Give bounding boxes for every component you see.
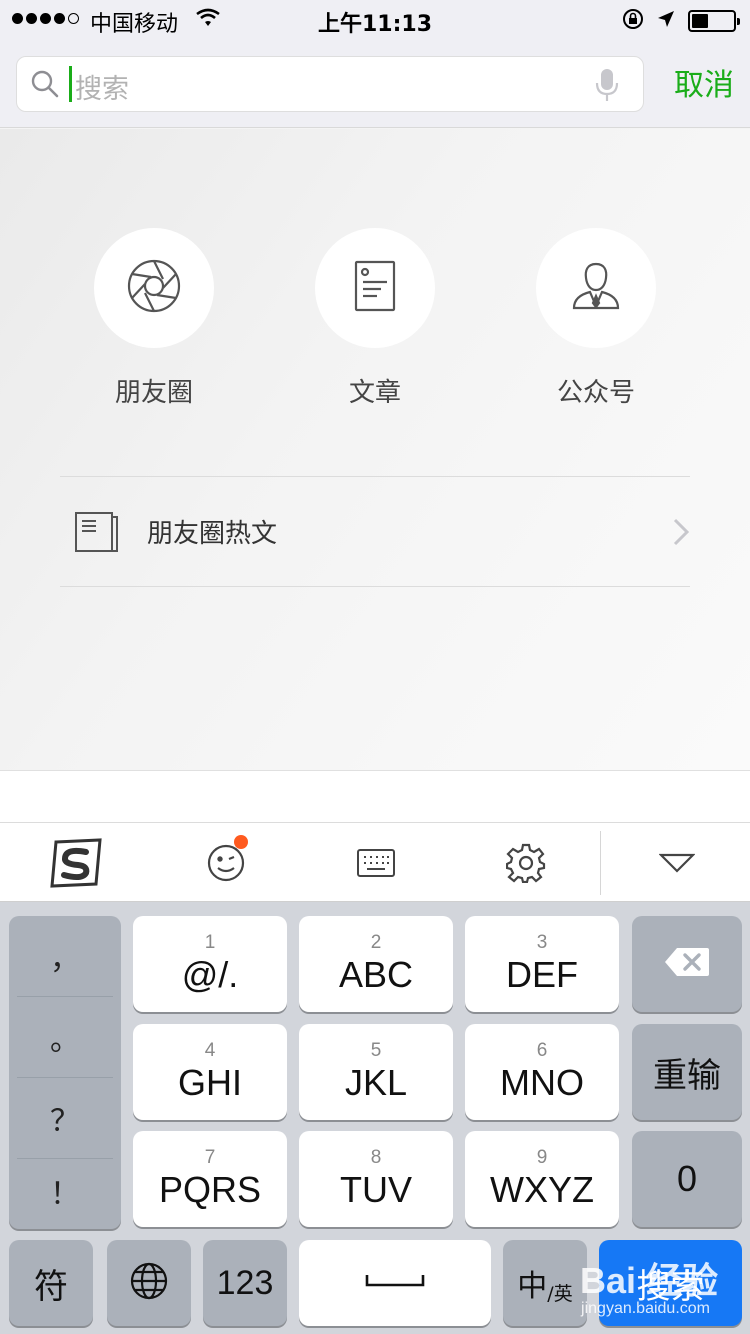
key-9[interactable]: 9 WXYZ [465,1131,619,1227]
candidate-bar [0,770,750,822]
key-2[interactable]: 2 ABC [299,916,453,1012]
key-letters: MNO [500,1062,584,1103]
keyboard-icon[interactable] [336,823,416,903]
hide-keyboard-chevron-down-icon[interactable] [637,823,717,903]
key-3[interactable]: 3 DEF [465,916,619,1012]
backspace-icon [663,946,711,982]
hot-articles-label: 朋友圈热文 [147,519,278,549]
notification-dot [234,835,248,849]
key-number: 4 [204,1040,216,1061]
location-arrow-icon [656,9,676,33]
settings-gear-icon[interactable] [486,823,566,903]
key-0[interactable]: 0 [632,1131,742,1227]
search-input[interactable]: 搜索 [16,56,644,112]
language-main-label: 中 [517,1269,548,1304]
punct-key-period[interactable]: 。 [17,997,113,1077]
key-4[interactable]: 4 GHI [133,1024,287,1120]
retype-key[interactable]: 重输 [632,1024,742,1120]
orientation-lock-icon [622,8,644,34]
key-number: 5 [370,1040,382,1061]
globe-key[interactable] [107,1240,191,1326]
key-1[interactable]: 1 @/. [133,916,287,1012]
search-header: 搜索 取消 [0,40,750,128]
key-letters: JKL [344,1062,408,1103]
category-label: 朋友圈 [114,378,193,408]
key-number: 6 [536,1040,548,1061]
status-bar: 中国移动 上午11:13 [0,0,750,40]
key-number: 8 [370,1147,382,1168]
divider [60,586,690,587]
number-mode-label: 123 [216,1263,274,1302]
category-label: 公众号 [556,378,635,408]
key-letters: DEF [506,954,578,995]
symbol-key[interactable]: 符 [9,1240,93,1326]
retype-label: 重输 [653,1056,721,1095]
key-5[interactable]: 5 JKL [299,1024,453,1120]
watermark-url: jingyan.baidu.com [581,1300,710,1317]
newspaper-icon [74,511,120,557]
key-letters: WXYZ [490,1169,594,1210]
zero-label: 0 [676,1158,698,1199]
language-switch-key[interactable]: 中 /英 [503,1240,587,1326]
camera-shutter-icon [126,258,182,318]
key-number: 9 [536,1147,548,1168]
category-label: 文章 [348,378,401,408]
language-sub-label: /英 [547,1282,573,1305]
key-number: 3 [536,932,548,953]
keyboard-toolbar [0,822,750,902]
category-articles[interactable]: 文章 [315,228,435,409]
key-number: 2 [370,932,382,953]
punct-key-comma[interactable]: ， [17,916,113,996]
key-6[interactable]: 6 MNO [465,1024,619,1120]
toolbar-divider [600,831,601,895]
punct-key-exclamation[interactable]: ！ [17,1151,113,1231]
key-number: 7 [204,1147,216,1168]
cancel-button[interactable]: 取消 [674,60,734,104]
microphone-icon[interactable] [595,68,619,106]
category-official-accounts[interactable]: 公众号 [536,228,656,409]
hot-articles-row[interactable]: 朋友圈热文 [60,477,690,587]
key-letters: TUV [340,1169,412,1210]
key-number: 1 [204,932,216,953]
search-placeholder: 搜索 [75,74,129,105]
chevron-right-icon [672,517,690,551]
symbol-label: 符 [34,1267,68,1306]
search-category-panel: 朋友圈 文章 公众号 朋友圈热文 [0,129,750,770]
text-cursor [69,66,72,102]
key-letters: @/. [181,954,239,995]
punct-key-question[interactable]: ？ [17,1078,113,1158]
sogou-logo-icon[interactable] [36,823,116,903]
key-8[interactable]: 8 TUV [299,1131,453,1227]
punctuation-column: ， 。 ？ ！ [9,916,121,1229]
watermark-text: Bai 经验 [579,1260,718,1301]
backspace-key[interactable] [632,916,742,1012]
key-letters: ABC [338,954,414,995]
document-icon [353,260,397,316]
number-mode-key[interactable]: 123 [203,1240,287,1326]
space-icon [365,1273,425,1293]
person-icon [570,260,622,316]
search-icon [31,70,59,102]
category-moments[interactable]: 朋友圈 [94,228,214,409]
key-letters: PQRS [158,1169,262,1210]
space-key[interactable] [299,1240,491,1326]
battery-icon [688,10,740,32]
emoji-icon[interactable] [186,823,266,903]
globe-icon [129,1261,169,1305]
key-7[interactable]: 7 PQRS [133,1131,287,1227]
key-letters: GHI [177,1062,242,1103]
